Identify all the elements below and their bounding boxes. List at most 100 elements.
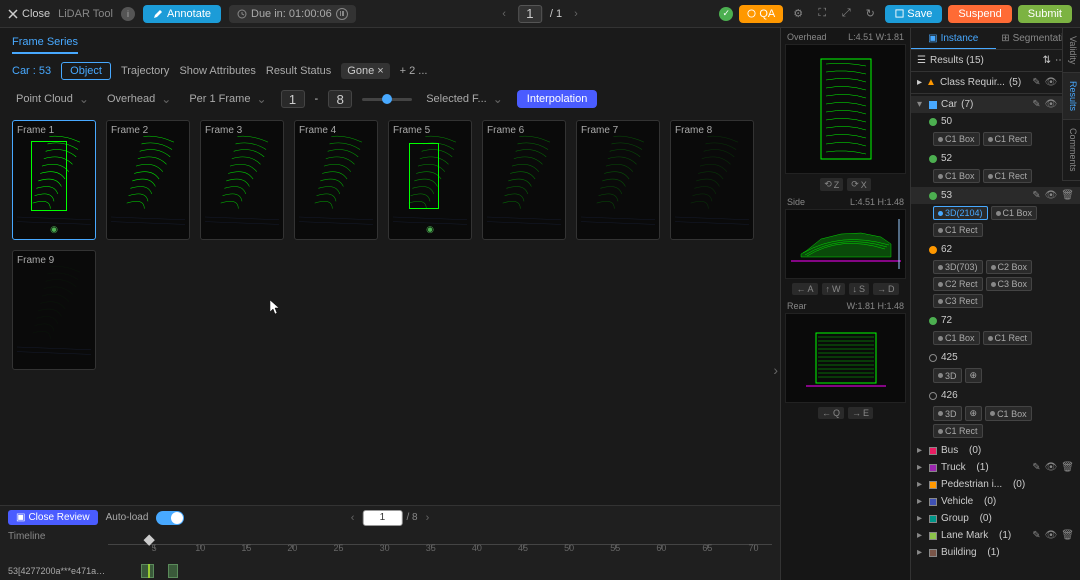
gear-icon[interactable]: ⚙ <box>789 5 807 23</box>
eye-icon[interactable]: 👁 <box>1045 462 1058 473</box>
close-chip-icon[interactable]: × <box>377 65 383 77</box>
frame-card[interactable]: Frame 1 ◉ <box>12 120 96 240</box>
edit-icon[interactable]: ✎ <box>1032 77 1040 88</box>
info-icon[interactable]: i <box>121 7 135 21</box>
dropdown-projection[interactable]: Overhead <box>103 90 175 108</box>
close-review-button[interactable]: ▣ Close Review <box>8 510 98 525</box>
eye-icon[interactable]: 👁 <box>1045 190 1058 201</box>
auto-load-toggle[interactable] <box>156 511 184 525</box>
tree-item-50[interactable]: 50 <box>911 113 1080 130</box>
trash-icon[interactable]: 🗑 <box>1061 530 1074 541</box>
vtab-results[interactable]: Results <box>1063 73 1080 120</box>
key-e[interactable]: → E <box>848 407 873 419</box>
qa-button[interactable]: QA <box>739 5 783 23</box>
save-button[interactable]: Save <box>885 5 942 23</box>
range-from-input[interactable] <box>281 90 305 108</box>
frame-card[interactable]: Frame 5 ◉ <box>388 120 472 240</box>
frames-next-arrow[interactable]: › <box>773 362 778 378</box>
chip[interactable]: C1 Rect <box>983 132 1033 146</box>
frame-card[interactable]: Frame 6 <box>482 120 566 240</box>
extra-tags[interactable]: + 2 ... <box>400 65 428 77</box>
zoom-slider[interactable] <box>362 98 412 101</box>
key-d[interactable]: → D <box>873 283 899 295</box>
tab-instance[interactable]: ▣Instance <box>911 28 996 49</box>
bbox[interactable] <box>409 143 439 209</box>
tab-object[interactable]: Object <box>61 62 111 80</box>
page-input[interactable] <box>518 5 542 23</box>
overhead-view[interactable] <box>785 44 906 174</box>
chip[interactable]: C1 Box <box>991 206 1038 220</box>
chevron-icon[interactable]: ▸ <box>917 77 922 88</box>
chip[interactable]: C2 Box <box>986 260 1033 274</box>
tree-item-52[interactable]: 52 <box>911 150 1080 167</box>
vtab-validity[interactable]: Validity <box>1063 28 1080 73</box>
dropdown-view-mode[interactable]: Point Cloud <box>12 90 93 108</box>
key-z[interactable]: ⟲ Z <box>820 178 843 191</box>
frame-card[interactable]: Frame 7 <box>576 120 660 240</box>
track-marker[interactable] <box>148 564 150 578</box>
tree-node-bus[interactable]: ▸Bus (0) <box>911 442 1080 459</box>
next-page-arrow[interactable]: › <box>570 8 582 20</box>
bot-page-input[interactable] <box>362 510 402 526</box>
prev-page-arrow[interactable]: ‹ <box>498 8 510 20</box>
show-attributes[interactable]: Show Attributes <box>179 65 255 77</box>
tree-node-vehicle[interactable]: ▸Vehicle (0) <box>911 493 1080 510</box>
eye-icon[interactable]: 👁 <box>1045 99 1058 110</box>
result-status[interactable]: Result Status <box>266 65 331 77</box>
annotate-button[interactable]: Annotate <box>143 5 221 23</box>
tree-node-group[interactable]: ▸Group (0) <box>911 510 1080 527</box>
vtab-comments[interactable]: Comments <box>1063 120 1080 181</box>
range-to-input[interactable] <box>328 90 352 108</box>
chip[interactable]: C1 Box <box>933 169 980 183</box>
frame-card[interactable]: Frame 2 <box>106 120 190 240</box>
interpolation-button[interactable]: Interpolation <box>517 90 598 108</box>
submit-button[interactable]: Submit <box>1018 5 1072 23</box>
chip[interactable]: C1 Rect <box>933 424 983 438</box>
dropdown-selected[interactable]: Selected F... <box>422 90 507 108</box>
chip[interactable]: C2 Rect <box>933 277 983 291</box>
frame-card[interactable]: Frame 9 <box>12 250 96 370</box>
bbox[interactable] <box>31 141 67 211</box>
tree-node-lane[interactable]: ▸Lane Mark (1)✎👁🗑 <box>911 527 1080 544</box>
timeline-ruler[interactable]: 510152025303540455055606570 <box>108 544 772 560</box>
key-x[interactable]: ⟳ X <box>847 178 871 191</box>
tree-node-truck[interactable]: ▸Truck (1)✎👁🗑 <box>911 459 1080 476</box>
edit-icon[interactable]: ✎ <box>1032 99 1040 110</box>
tree-node-building[interactable]: ▸Building (1) <box>911 544 1080 561</box>
trash-icon[interactable]: 🗑 <box>1061 190 1074 201</box>
frame-card[interactable]: Frame 8 <box>670 120 754 240</box>
pause-icon[interactable] <box>336 8 348 20</box>
chip[interactable]: C1 Rect <box>933 223 983 237</box>
expand-icon[interactable]: ⛶ <box>813 5 831 23</box>
tree-item-72[interactable]: 72 <box>911 312 1080 329</box>
track-bar[interactable] <box>108 564 772 578</box>
chip[interactable]: 3D <box>933 368 962 383</box>
chip[interactable]: 3D <box>933 406 962 421</box>
chip-add[interactable]: ⊕ <box>965 406 983 421</box>
dropdown-interval[interactable]: Per 1 Frame <box>185 90 270 108</box>
chip[interactable]: C1 Rect <box>983 169 1033 183</box>
chip[interactable]: 3D(2104) <box>933 206 988 220</box>
edit-icon[interactable]: ✎ <box>1032 530 1040 541</box>
suspend-button[interactable]: Suspend <box>948 5 1011 23</box>
chip[interactable]: C3 Rect <box>933 294 983 308</box>
chip[interactable]: C1 Rect <box>983 331 1033 345</box>
side-view[interactable] <box>785 209 906 279</box>
tree-item-62[interactable]: 62 <box>911 241 1080 258</box>
chip[interactable]: C1 Box <box>933 331 980 345</box>
chip-add[interactable]: ⊕ <box>965 368 983 383</box>
bot-next-arrow[interactable]: › <box>422 512 434 524</box>
rear-view[interactable] <box>785 313 906 403</box>
frame-card[interactable]: Frame 4 <box>294 120 378 240</box>
class-req-label[interactable]: Class Requir... <box>940 77 1005 88</box>
key-s[interactable]: ↓ S <box>849 283 870 295</box>
edit-icon[interactable]: ✎ <box>1032 190 1040 201</box>
bot-prev-arrow[interactable]: ‹ <box>347 512 359 524</box>
key-q[interactable]: ← Q <box>818 407 844 419</box>
key-w[interactable]: ↑ W <box>822 283 845 295</box>
key-a[interactable]: ← A <box>792 283 817 295</box>
tree-node-car[interactable]: ▾ Car (7) ✎👁🗑 <box>911 96 1080 113</box>
chip[interactable]: C1 Box <box>933 132 980 146</box>
sort-icon[interactable]: ⇅ <box>1043 55 1051 66</box>
tree-item-425[interactable]: 425 <box>911 349 1080 366</box>
